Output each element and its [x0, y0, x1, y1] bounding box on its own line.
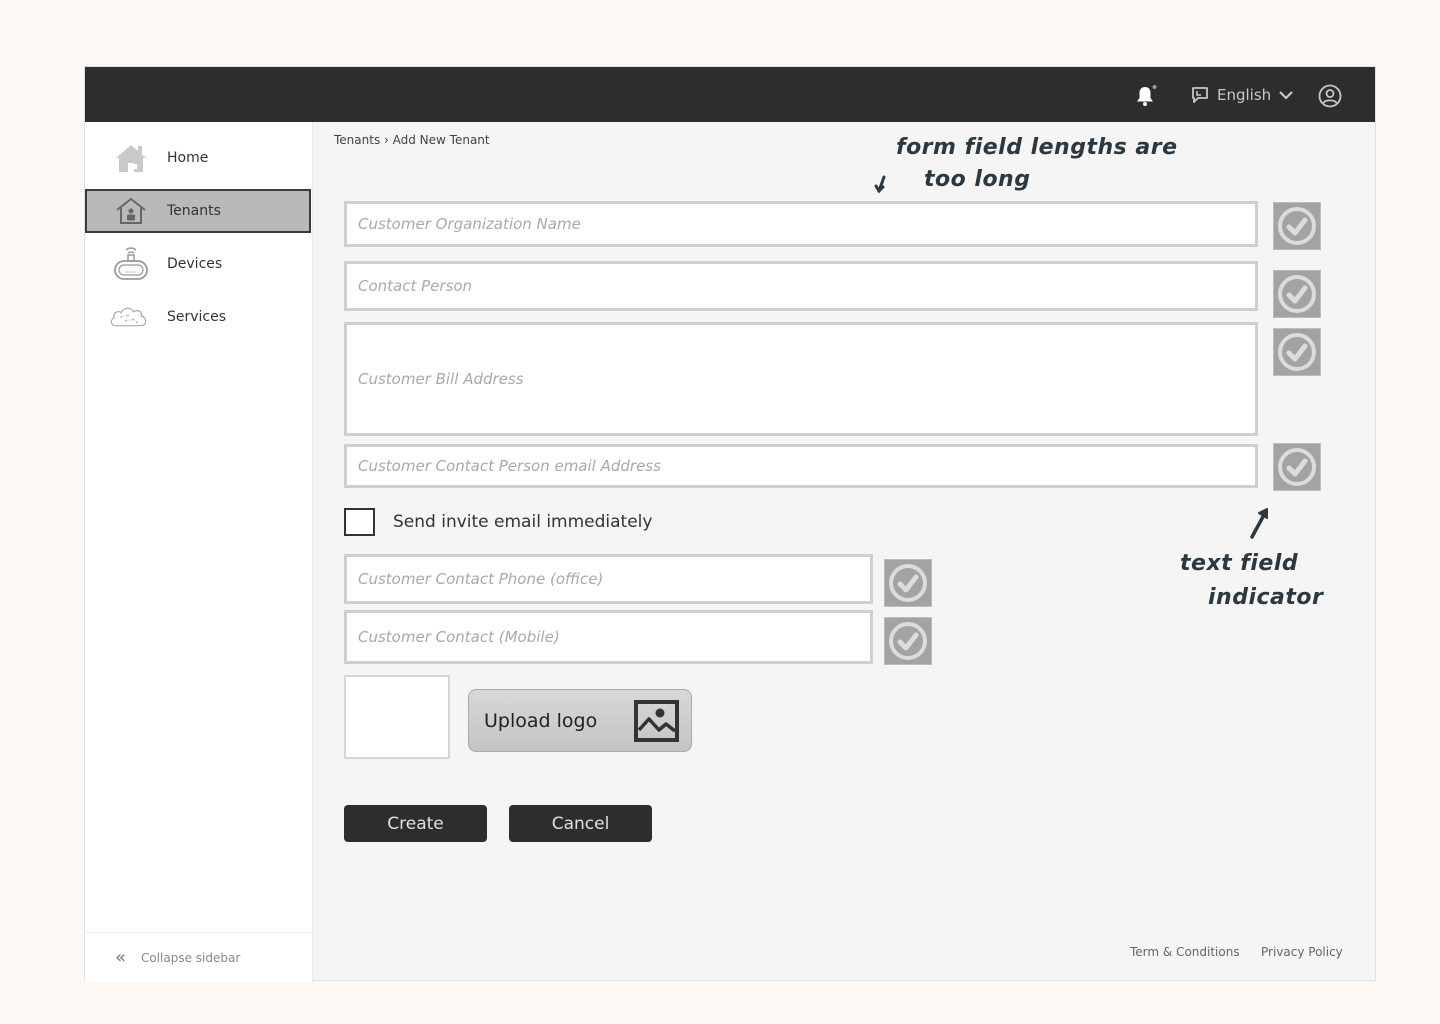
annotation-indicator: text field indicator	[1180, 547, 1323, 615]
cloud-network-icon	[109, 299, 149, 335]
field-placeholder: Customer Bill Address	[358, 370, 524, 388]
sidebar-item-label: Devices	[167, 256, 223, 272]
annotation-line: too long	[924, 167, 1031, 192]
collapse-sidebar-label: Collapse sidebar	[141, 950, 241, 965]
upload-logo-label: Upload logo	[484, 709, 598, 732]
annotation-line: indicator	[1208, 585, 1324, 610]
sidebar-item-label: Services	[167, 309, 227, 325]
field-placeholder: Customer Contact Phone (office)	[358, 570, 604, 588]
send-invite-label: Send invite email immediately	[393, 512, 653, 532]
check-circle-icon	[1273, 328, 1321, 376]
field-placeholder: Customer Contact (Mobile)	[358, 628, 560, 646]
annotation-field-length: form field lengths are too long	[896, 132, 1178, 196]
bill-address-textarea[interactable]: Customer Bill Address	[344, 322, 1258, 436]
field-placeholder: Contact Person	[358, 277, 473, 295]
user-circle-icon[interactable]	[1318, 84, 1342, 108]
annotation-line: form field lengths are	[896, 135, 1178, 160]
create-button[interactable]: Create	[344, 805, 487, 842]
check-circle-icon	[884, 617, 932, 665]
image-icon	[634, 700, 679, 742]
annotation-arrow-icon	[874, 175, 886, 194]
organization-name-input[interactable]: Customer Organization Name	[344, 201, 1258, 247]
send-invite-checkbox[interactable]	[344, 508, 375, 536]
breadcrumb: Tenants › Add New Tenant	[334, 133, 490, 147]
check-circle-icon	[1273, 270, 1321, 318]
language-selector[interactable]: English	[1190, 85, 1294, 105]
sidebar-item-services[interactable]: Services	[85, 295, 311, 339]
send-invite-checkbox-row[interactable]: Send invite email immediately	[344, 508, 652, 536]
collapse-sidebar-button[interactable]: « Collapse sidebar	[85, 932, 313, 982]
sidebar-item-devices[interactable]: Devices	[85, 242, 311, 286]
chevron-down-icon	[1279, 91, 1293, 100]
home-icon	[111, 140, 151, 176]
router-device-icon	[111, 246, 151, 282]
double-chevron-left-icon: «	[115, 947, 127, 968]
sidebar: Home Tenants Devices Services « Collapse…	[85, 122, 313, 982]
upload-logo-button[interactable]: Upload logo	[468, 689, 692, 752]
chat-bubble-icon	[1192, 87, 1208, 103]
sidebar-item-home[interactable]: Home	[85, 136, 311, 180]
sidebar-item-label: Tenants	[167, 203, 221, 219]
bell-icon[interactable]	[1133, 84, 1157, 108]
check-circle-icon	[1273, 202, 1321, 250]
language-label: English	[1217, 86, 1272, 104]
annotation-line: text field	[1180, 551, 1299, 576]
tenant-house-icon	[111, 193, 151, 229]
cancel-button[interactable]: Cancel	[509, 805, 652, 842]
check-circle-icon	[1273, 443, 1321, 491]
mobile-phone-input[interactable]: Customer Contact (Mobile)	[344, 610, 873, 664]
field-placeholder: Customer Organization Name	[358, 215, 581, 233]
annotation-arrow-icon	[1250, 508, 1268, 539]
field-placeholder: Customer Contact Person email Address	[358, 457, 661, 475]
terms-link[interactable]: Term & Conditions	[1130, 945, 1240, 959]
privacy-link[interactable]: Privacy Policy	[1261, 945, 1343, 959]
logo-preview	[344, 675, 450, 759]
sidebar-item-label: Home	[167, 150, 209, 166]
office-phone-input[interactable]: Customer Contact Phone (office)	[344, 554, 873, 604]
email-input[interactable]: Customer Contact Person email Address	[344, 444, 1258, 488]
main-content: Tenants › Add New Tenant form field leng…	[314, 122, 1376, 982]
top-bar: English	[85, 67, 1375, 122]
sidebar-item-tenants[interactable]: Tenants	[85, 189, 311, 233]
contact-person-input[interactable]: Contact Person	[344, 261, 1258, 311]
app-window: English Home Tenants Devices Services « …	[84, 66, 1376, 982]
check-circle-icon	[884, 559, 932, 607]
